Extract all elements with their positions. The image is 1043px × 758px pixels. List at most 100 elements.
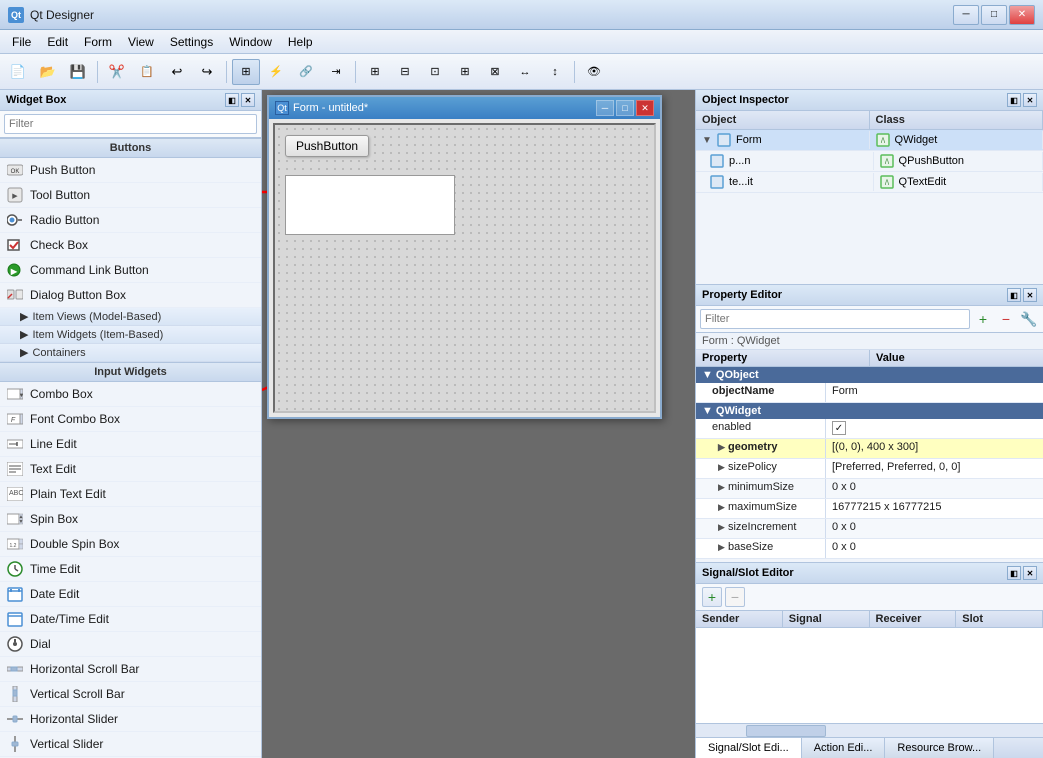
enabled-checkbox[interactable]: ✓ <box>832 421 846 435</box>
inspector-row-form[interactable]: ▼ Form /\ QWidget <box>696 130 1043 151</box>
widget-datetime-edit[interactable]: Date/Time Edit <box>0 607 261 632</box>
toolbar-form[interactable]: ⊞ <box>451 59 479 85</box>
form-maximize-button[interactable]: □ <box>616 100 634 116</box>
prop-geometry-value[interactable]: [(0, 0), 400 x 300] <box>826 439 1043 458</box>
menu-file[interactable]: File <box>4 33 39 51</box>
prop-sizepolicy-value[interactable]: [Preferred, Preferred, 0, 0] <box>826 459 1043 478</box>
toolbar-copy[interactable]: 📋 <box>133 59 161 85</box>
toolbar-cut[interactable]: ✂️ <box>103 59 131 85</box>
tab-action-editor[interactable]: Action Edi... <box>802 738 886 758</box>
widget-font-combo-box[interactable]: F Font Combo Box <box>0 407 261 432</box>
widget-spin-box[interactable]: ▲ ▼ Spin Box <box>0 507 261 532</box>
widget-tool-button[interactable]: ▶ Tool Button <box>0 183 261 208</box>
toolbar-open[interactable]: 📂 <box>34 59 62 85</box>
minimize-button[interactable]: ─ <box>953 5 979 25</box>
widget-line-edit[interactable]: Line Edit <box>0 432 261 457</box>
toolbar-widget-edit[interactable]: ⊞ <box>232 59 260 85</box>
menu-help[interactable]: Help <box>280 33 321 51</box>
form-minimize-button[interactable]: ─ <box>596 100 614 116</box>
toolbar-preview[interactable]: 👁 <box>580 59 608 85</box>
toolbar-vbox[interactable]: ⊡ <box>421 59 449 85</box>
prop-minimumsize-value[interactable]: 0 x 0 <box>826 479 1043 498</box>
menu-view[interactable]: View <box>120 33 162 51</box>
prop-maximumsize-value[interactable]: 16777215 x 16777215 <box>826 499 1043 518</box>
signal-slot-remove-button[interactable]: − <box>725 587 745 607</box>
prop-row-sizeincrement[interactable]: ▶ sizeIncrement 0 x 0 <box>696 519 1043 539</box>
form-close-button[interactable]: ✕ <box>636 100 654 116</box>
prop-sizeincrement-value[interactable]: 0 x 0 <box>826 519 1043 538</box>
prop-objectname-value[interactable]: Form <box>826 383 1043 402</box>
toolbar-save[interactable]: 💾 <box>64 59 92 85</box>
property-editor-close[interactable]: ✕ <box>1023 288 1037 302</box>
form-body[interactable]: PushButton <box>273 123 656 413</box>
prop-basesize-value[interactable]: 0 x 0 <box>826 539 1043 558</box>
signal-slot-add-button[interactable]: + <box>702 587 722 607</box>
property-editor-float[interactable]: ◧ <box>1007 288 1021 302</box>
tab-resource-browser[interactable]: Resource Brow... <box>885 738 994 758</box>
signal-slot-scrollbar-h[interactable] <box>696 723 1043 737</box>
text-edit-widget[interactable] <box>285 175 455 235</box>
prop-row-objectname[interactable]: objectName Form <box>696 383 1043 403</box>
property-remove-button[interactable]: − <box>996 309 1016 329</box>
toolbar-grid[interactable]: ⊞ <box>361 59 389 85</box>
menu-window[interactable]: Window <box>221 33 280 51</box>
prop-row-geometry[interactable]: ▶ geometry [(0, 0), 400 x 300] <box>696 439 1043 459</box>
signal-slot-float[interactable]: ◧ <box>1007 566 1021 580</box>
property-add-button[interactable]: + <box>973 309 993 329</box>
subsection-containers[interactable]: ▶ Containers <box>0 344 261 362</box>
toolbar-break[interactable]: ⊠ <box>481 59 509 85</box>
widget-box-filter-input[interactable] <box>4 114 257 134</box>
maximize-button[interactable]: □ <box>981 5 1007 25</box>
center-canvas[interactable]: Qt Form - untitled* ─ □ ✕ PushButton <box>262 90 695 758</box>
close-button[interactable]: ✕ <box>1009 5 1035 25</box>
widget-command-link-button[interactable]: ▶ Command Link Button <box>0 258 261 283</box>
prop-row-sizepolicy[interactable]: ▶ sizePolicy [Preferred, Preferred, 0, 0… <box>696 459 1043 479</box>
subsection-item-widgets[interactable]: ▶ Item Widgets (Item-Based) <box>0 326 261 344</box>
signal-slot-scrollbar-thumb[interactable] <box>746 725 826 737</box>
property-filter-input[interactable] <box>700 309 970 329</box>
toolbar-tab-edit[interactable]: ⇥ <box>322 59 350 85</box>
toolbar-undo[interactable]: ↩ <box>163 59 191 85</box>
toolbar-signal-edit[interactable]: ⚡ <box>262 59 290 85</box>
widget-horizontal-slider[interactable]: Horizontal Slider <box>0 707 261 732</box>
widget-time-edit[interactable]: Time Edit <box>0 557 261 582</box>
widget-check-box[interactable]: Check Box <box>0 233 261 258</box>
widget-dialog-button-box[interactable]: Dialog Button Box <box>0 283 261 308</box>
widget-push-button[interactable]: OK Push Button <box>0 158 261 183</box>
menu-edit[interactable]: Edit <box>39 33 76 51</box>
property-tool-button[interactable]: 🔧 <box>1019 309 1039 329</box>
widget-radio-button[interactable]: Radio Button <box>0 208 261 233</box>
inspector-row-textedit[interactable]: te...it /\ QTextEdit <box>696 172 1043 193</box>
menu-form[interactable]: Form <box>76 33 120 51</box>
toolbar-new[interactable]: 📄 <box>4 59 32 85</box>
prop-enabled-value[interactable]: ✓ <box>826 419 1043 438</box>
widget-double-spin-box[interactable]: 1.2 Double Spin Box <box>0 532 261 557</box>
signal-slot-close[interactable]: ✕ <box>1023 566 1037 580</box>
push-button-widget[interactable]: PushButton <box>285 135 369 157</box>
widget-dial[interactable]: Dial <box>0 632 261 657</box>
widget-vertical-scroll-bar[interactable]: Vertical Scroll Bar <box>0 682 261 707</box>
widget-date-edit[interactable]: Date Edit <box>0 582 261 607</box>
tab-signal-slot-editor[interactable]: Signal/Slot Edi... <box>696 738 802 758</box>
widget-combo-box[interactable]: ▼ Combo Box <box>0 382 261 407</box>
prop-row-maximumsize[interactable]: ▶ maximumSize 16777215 x 16777215 <box>696 499 1043 519</box>
toolbar-hspacer[interactable]: ↔ <box>511 59 539 85</box>
menu-settings[interactable]: Settings <box>162 33 221 51</box>
widget-horizontal-scroll-bar[interactable]: Horizontal Scroll Bar <box>0 657 261 682</box>
prop-row-basesize[interactable]: ▶ baseSize 0 x 0 <box>696 539 1043 559</box>
prop-row-minimumsize[interactable]: ▶ minimumSize 0 x 0 <box>696 479 1043 499</box>
widget-box-float[interactable]: ◧ <box>225 93 239 107</box>
prop-row-enabled[interactable]: enabled ✓ <box>696 419 1043 439</box>
toolbar-vspacer[interactable]: ↕ <box>541 59 569 85</box>
widget-vertical-slider[interactable]: Vertical Slider <box>0 732 261 757</box>
toolbar-redo[interactable]: ↪ <box>193 59 221 85</box>
inspector-row-pushbutton[interactable]: p...n /\ QPushButton <box>696 151 1043 172</box>
widget-plain-text-edit[interactable]: ABC Plain Text Edit <box>0 482 261 507</box>
subsection-item-views[interactable]: ▶ Item Views (Model-Based) <box>0 308 261 326</box>
toolbar-hbox[interactable]: ⊟ <box>391 59 419 85</box>
widget-box-close[interactable]: ✕ <box>241 93 255 107</box>
widget-text-edit[interactable]: Text Edit <box>0 457 261 482</box>
object-inspector-close[interactable]: ✕ <box>1023 93 1037 107</box>
object-inspector-float[interactable]: ◧ <box>1007 93 1021 107</box>
toolbar-buddy-edit[interactable]: 🔗 <box>292 59 320 85</box>
